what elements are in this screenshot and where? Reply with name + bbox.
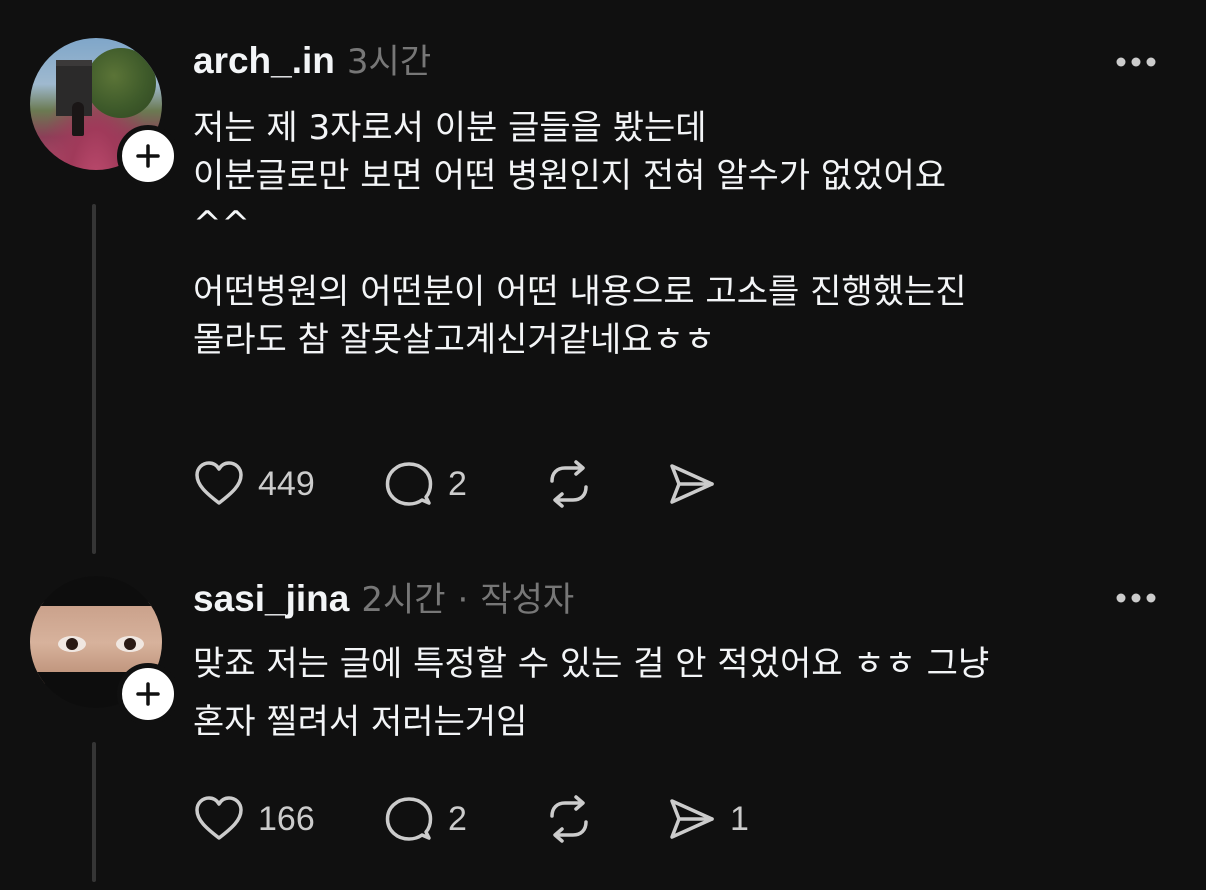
thread-line xyxy=(92,204,96,554)
speech-bubble-icon xyxy=(385,797,433,841)
avatar-photo-person xyxy=(72,102,84,136)
reply-button[interactable]: 2 xyxy=(382,459,542,509)
like-count: 166 xyxy=(258,800,315,838)
post-body: 저는 제 3자로서 이분 글들을 봤는데 이분글로만 보면 어떤 병원인지 전혀… xyxy=(193,104,1183,364)
post-paragraph: 어떤병원의 어떤분이 어떤 내용으로 고소를 진행했는진 몰라도 참 잘못살고계… xyxy=(193,272,967,360)
avatar-photo-eye xyxy=(116,636,144,652)
reply-post: arch_.in 3시간 저는 제 3자로서 이분 글들을 봤는데 이분글로만 … xyxy=(0,0,1206,560)
repost-icon xyxy=(550,460,588,508)
action-bar: 449 2 xyxy=(192,459,718,509)
author-tag: 작성자 xyxy=(480,580,575,620)
post-header: sasi_jina 2시간 · 작성자 xyxy=(193,576,574,623)
timestamp[interactable]: 3시간 xyxy=(347,39,431,85)
post-header: arch_.in 3시간 xyxy=(193,38,431,85)
repost-button[interactable] xyxy=(542,459,664,509)
post-paragraph: 저는 제 3자로서 이분 글들을 봤는데 이분글로만 보면 어떤 병원인지 전혀… xyxy=(193,108,947,244)
post-paragraph: 혼자 찔려서 저러는거임 xyxy=(193,702,528,742)
post-paragraph: 맞죠 저는 글에 특정할 수 있는 걸 안 적었어요 ㅎㅎ 그냥 xyxy=(193,644,990,684)
heart-icon xyxy=(195,461,243,505)
plus-icon xyxy=(136,144,160,168)
share-button[interactable] xyxy=(664,459,718,509)
like-button[interactable]: 449 xyxy=(192,459,382,509)
share-count: 1 xyxy=(730,800,749,838)
reply-post: sasi_jina 2시간 · 작성자 맞죠 저는 글에 특정할 수 있는 걸 … xyxy=(0,560,1206,890)
avatar-container xyxy=(30,576,179,725)
repost-icon xyxy=(550,795,588,843)
post-body: 맞죠 저는 글에 특정할 수 있는 걸 안 적었어요 ㅎㅎ 그냥 혼자 찔려서 … xyxy=(193,640,1183,746)
share-button[interactable]: 1 xyxy=(664,794,749,844)
meta-separator: · xyxy=(457,580,469,620)
timestamp[interactable]: 2시간 xyxy=(361,577,445,623)
follow-button[interactable] xyxy=(117,663,179,725)
avatar-container xyxy=(30,38,179,187)
plus-icon xyxy=(136,682,160,706)
reply-count: 2 xyxy=(448,800,467,838)
more-dots-icon xyxy=(1116,593,1156,603)
username[interactable]: sasi_jina xyxy=(193,576,349,622)
more-options-button[interactable] xyxy=(1112,44,1160,80)
action-bar: 166 2 1 xyxy=(192,794,749,844)
send-icon xyxy=(670,799,714,839)
reply-button[interactable]: 2 xyxy=(382,794,542,844)
send-icon xyxy=(670,464,714,504)
like-count: 449 xyxy=(258,465,315,503)
speech-bubble-icon xyxy=(385,462,433,506)
like-button[interactable]: 166 xyxy=(192,794,382,844)
username[interactable]: arch_.in xyxy=(193,38,335,84)
avatar-photo-tree xyxy=(86,48,156,118)
avatar-photo-band xyxy=(30,576,162,606)
repost-button[interactable] xyxy=(542,794,664,844)
follow-button[interactable] xyxy=(117,125,179,187)
heart-icon xyxy=(195,796,243,840)
thread-line xyxy=(92,742,96,882)
avatar-photo-eye xyxy=(58,636,86,652)
more-dots-icon xyxy=(1116,57,1156,67)
more-options-button[interactable] xyxy=(1112,580,1160,616)
reply-count: 2 xyxy=(448,465,467,503)
